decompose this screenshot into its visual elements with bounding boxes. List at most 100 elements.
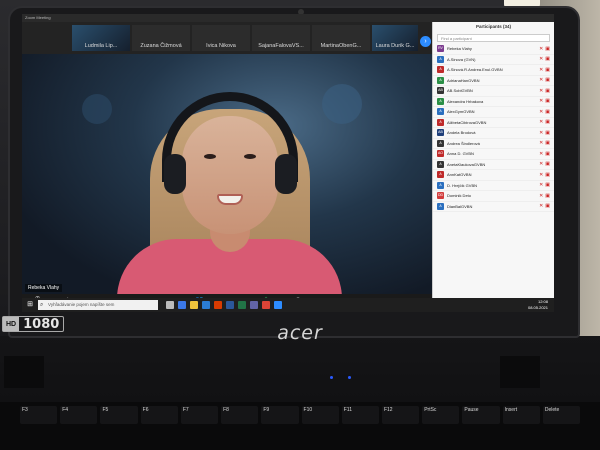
thumbnail-tile[interactable]: Laura Durik G... <box>372 25 418 51</box>
thumbnail-tile[interactable]: Zuzana Čižmová <box>132 25 190 51</box>
participant-row[interactable]: A D. Hrejčík GVBN ✕ ▣ <box>433 181 554 191</box>
keyboard-key[interactable]: Delete <box>542 406 581 424</box>
participant-row[interactable]: A AnetaKlaukovaGVBN ✕ ▣ <box>433 160 554 170</box>
participant-name: Andela Brodová <box>447 130 476 136</box>
participant-name: AnetaKlaukovaGVBN <box>447 161 486 167</box>
windows-taskbar: ⊞ Vyhľadávanie pojem napíšte sem 12:08 0… <box>22 298 554 312</box>
participant-row[interactable]: A Andrea Šindlerová ✕ ▣ <box>433 139 554 149</box>
taskbar-clock[interactable]: 12:08 08.05.2021 <box>528 299 548 310</box>
headphones-cup <box>275 154 297 194</box>
bokeh-light <box>82 94 112 124</box>
keyboard-key[interactable]: F3 <box>20 406 58 424</box>
microphone-muted-icon: ✕ <box>539 98 544 105</box>
camera-off-icon: ▣ <box>545 171 550 178</box>
zoom-icon[interactable] <box>274 301 282 309</box>
taskbar-search-input[interactable]: Vyhľadávanie pojem napíšte sem <box>38 300 158 310</box>
thumbnail-name: Ivica Nikova <box>206 43 236 49</box>
camera-off-icon: ▣ <box>545 150 550 157</box>
thumbnail-name: Ludmila Lip... <box>84 43 118 49</box>
keyboard-key[interactable]: F9 <box>261 406 299 424</box>
thumbnail-tile[interactable]: SajanaFalovaVS... <box>252 25 310 51</box>
participant-name: Dominik Deto <box>447 193 472 199</box>
chevron-right-icon[interactable]: › <box>420 36 431 47</box>
hinge-cover <box>500 356 540 388</box>
participant-list: RV Rebeka Vlahy ✕ ▣ A A.Sinova (GVN) ✕ ▣ A A.Sino… <box>433 44 554 212</box>
participant-row[interactable]: A A.Sinova (GVN) ✕ ▣ <box>433 55 554 65</box>
participant-row[interactable]: A Alexandra Hrbakova ✕ ▣ <box>433 97 554 107</box>
camera-off-icon: ▣ <box>545 56 550 63</box>
bokeh-light <box>322 84 362 124</box>
thumbnail-tile[interactable]: Ludmila Lip... <box>72 25 130 51</box>
camera-off-icon: ▣ <box>545 192 550 199</box>
avatar: A <box>437 202 444 210</box>
avatar: RV <box>437 45 444 53</box>
clock-date: 08.05.2021 <box>527 304 548 310</box>
avatar: AO <box>437 150 444 158</box>
thumbnail-tile[interactable]: Ivica Nikova <box>192 25 250 51</box>
keyboard-key[interactable]: F5 <box>100 406 138 424</box>
microphone-muted-icon: ✕ <box>539 161 544 168</box>
avatar: A <box>437 171 444 179</box>
microphone-muted-icon: ✕ <box>539 150 544 157</box>
excel-icon[interactable] <box>238 301 246 309</box>
keyboard-key[interactable]: F10 <box>301 406 339 424</box>
panel-title: Participants (34) <box>475 24 511 29</box>
file-explorer-icon[interactable] <box>190 301 198 309</box>
keyboard-key[interactable]: F12 <box>381 406 420 424</box>
microphone-muted-icon: ✕ <box>539 45 544 52</box>
keyboard-key[interactable]: F11 <box>341 406 379 424</box>
acer-logo: acer <box>277 322 323 344</box>
avatar: A <box>437 76 444 84</box>
keyboard-key[interactable]: PrtSc <box>422 406 460 424</box>
keyboard-key[interactable]: F4 <box>60 406 98 424</box>
participant-row[interactable]: A AdrianaHanGVBN ✕ ▣ <box>433 76 554 86</box>
headphones-cup <box>164 154 186 194</box>
camera-off-icon: ▣ <box>545 129 550 136</box>
camera-off-icon: ▣ <box>545 119 550 126</box>
camera-off-icon: ▣ <box>545 203 550 210</box>
microphone-muted-icon: ✕ <box>539 182 544 189</box>
participant-row[interactable]: A AlžbetaCibirovaGVBN ✕ ▣ <box>433 118 554 128</box>
participant-name: AnnKatGVBN <box>447 172 472 178</box>
participant-name: AB.SoblGVBN <box>447 88 473 94</box>
microphone-muted-icon: ✕ <box>539 203 544 210</box>
speaker-name-label: Rebeka Vlahy <box>25 284 63 292</box>
thumbnail-tile[interactable]: MartinaObenG... <box>312 25 370 51</box>
participant-name: DianBalGVBN <box>447 203 473 209</box>
keyboard-key[interactable]: F7 <box>180 406 219 424</box>
participant-name: Andrea Šindlerová <box>447 140 480 146</box>
thumbnail-name: Laura Durik G... <box>375 43 415 49</box>
participant-name: AlexGymGVBN <box>447 109 475 115</box>
keyboard-key[interactable]: Pause <box>462 406 500 424</box>
participant-row[interactable]: DD Dominik Deto ✕ ▣ <box>433 191 554 202</box>
status-led <box>330 376 333 379</box>
keyboard-key[interactable]: F8 <box>221 406 259 424</box>
participant-name: Alexandra Hrbakova <box>447 98 484 104</box>
participant-row[interactable]: A AlexGymGVBN ✕ ▣ <box>433 107 554 118</box>
task-view-icon[interactable] <box>166 301 174 309</box>
microphone-muted-icon: ✕ <box>539 77 544 84</box>
camera-off-icon: ▣ <box>545 108 550 115</box>
participant-row[interactable]: A AnnKatGVBN ✕ ▣ <box>433 170 554 181</box>
edge-icon[interactable] <box>178 301 186 309</box>
participant-row[interactable]: A DianBalGVBN ✕ ▣ <box>433 202 554 212</box>
powerpoint-icon[interactable] <box>214 301 222 309</box>
participant-row[interactable]: AB AB.SoblGVBN ✕ ▣ <box>433 86 554 97</box>
word-icon[interactable] <box>226 301 234 309</box>
teams-icon[interactable] <box>250 301 258 309</box>
microphone-muted-icon: ✕ <box>539 56 544 63</box>
windows-start-icon[interactable]: ⊞ <box>25 300 35 310</box>
photo-scene: Zoom Meeting Ludmila Lip... Zuzana Čižmo… <box>0 0 600 450</box>
chrome-icon[interactable] <box>262 301 270 309</box>
participant-row[interactable]: AB Andela Brodová ✕ ▣ <box>433 128 554 139</box>
microphone-muted-icon: ✕ <box>539 129 544 136</box>
keyboard-key[interactable]: F6 <box>140 406 178 424</box>
microphone-muted-icon: ✕ <box>539 66 544 73</box>
keyboard-key[interactable]: Insert <box>502 406 540 424</box>
participant-row[interactable]: A A.Sinová.R.Andrea.Enul.GVBN ✕ ▣ <box>433 65 554 76</box>
participant-row[interactable]: RV Rebeka Vlahy ✕ ▣ <box>433 44 554 55</box>
participant-row[interactable]: AO Anna D. GVBN ✕ ▣ <box>433 149 554 160</box>
speaker-video: Rebeka Vlahy <box>22 54 432 294</box>
store-icon[interactable] <box>202 301 210 309</box>
participant-search-input[interactable]: Find a participant <box>437 34 550 42</box>
